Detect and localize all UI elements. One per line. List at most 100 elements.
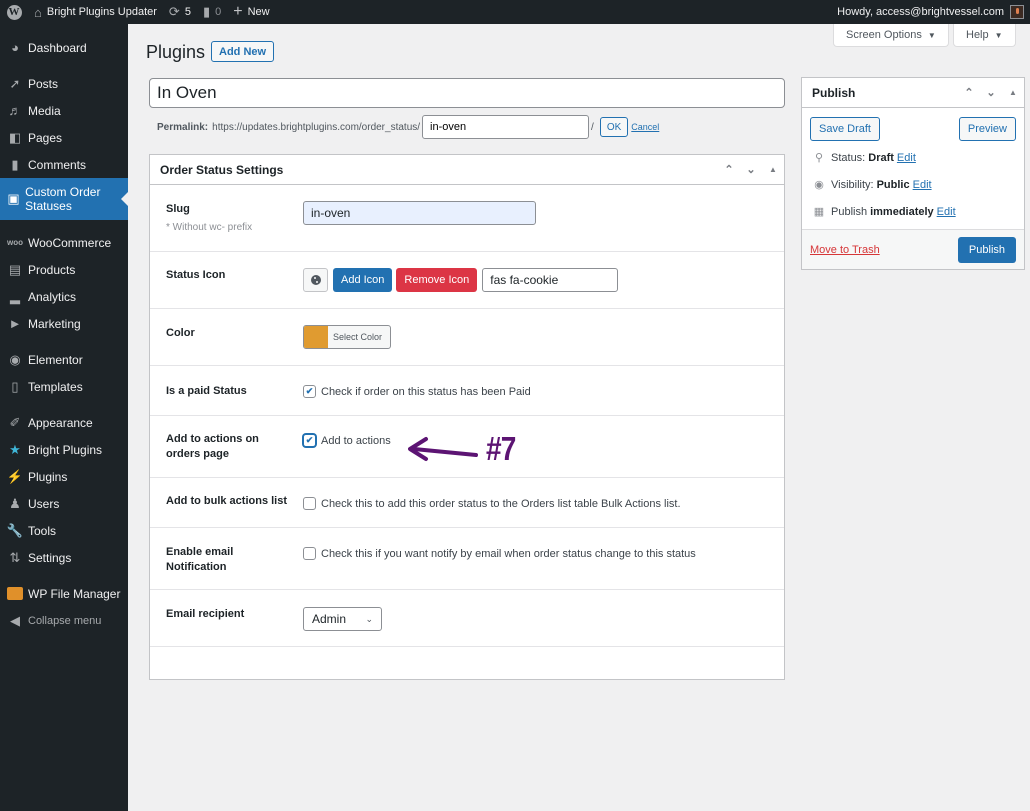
updates-menu[interactable]: ⟳ 5 — [163, 0, 197, 24]
pin-icon: ⚲ — [814, 152, 824, 164]
bright-plugins-icon: ★ — [9, 441, 21, 457]
sidebar-item-settings[interactable]: ⇅ Settings — [0, 544, 128, 571]
edit-schedule-link[interactable]: Edit — [937, 206, 956, 218]
postbox-header: Order Status Settings ⌃ ⌄ ▲ — [150, 155, 784, 185]
publish-button[interactable]: Publish — [957, 236, 1016, 263]
sidebar-item-plugins[interactable]: ⚡ Plugins — [0, 463, 128, 490]
permalink-cancel-link[interactable]: Cancel — [631, 122, 659, 132]
paid-status-row: Is a paid Status Check if order on this … — [150, 366, 784, 416]
sidebar-item-comments[interactable]: ▮ Comments — [0, 151, 128, 178]
annotation-label: #7 — [486, 430, 516, 467]
sidebar-item-woocommerce[interactable]: woo WooCommerce — [0, 229, 128, 256]
add-new-button[interactable]: Add New — [211, 41, 275, 62]
slash: / — [591, 121, 594, 133]
email-recipient-label: Email recipient — [166, 608, 245, 620]
publish-when: immediately — [870, 205, 934, 218]
permalink-ok-button[interactable]: OK — [599, 117, 629, 137]
bulk-actions-checkbox-label: Check this to add this order status to t… — [321, 497, 681, 510]
add-icon-button[interactable]: Add Icon — [333, 268, 393, 292]
sidebar-item-marketing[interactable]: ► Marketing — [0, 310, 128, 337]
calendar-icon: ▦ — [813, 206, 825, 218]
sidebar-item-appearance[interactable]: ✐ Appearance — [0, 409, 128, 436]
move-down-icon[interactable]: ⌄ — [740, 163, 762, 176]
eye-icon: ◉ — [814, 179, 824, 191]
move-up-icon[interactable]: ⌃ — [958, 86, 980, 99]
collapse-menu-button[interactable]: ◀ Collapse menu — [0, 607, 128, 634]
site-name-menu[interactable]: ⌂ Bright Plugins Updater — [28, 0, 163, 24]
wrench-icon: 🔧 — [6, 522, 24, 538]
remove-icon-button[interactable]: Remove Icon — [396, 268, 478, 292]
icon-class-input[interactable] — [482, 268, 619, 292]
comment-icon: ▮ — [11, 156, 19, 172]
avatar — [1010, 5, 1024, 19]
sidebar-item-analytics[interactable]: ▂ Analytics — [0, 283, 128, 310]
toggle-panel-icon[interactable]: ▲ — [762, 165, 784, 174]
schedule-info: ▦ Publish immediately Edit — [812, 205, 956, 219]
new-label: New — [247, 6, 270, 18]
publish-footer: Move to Trash Publish — [802, 229, 1024, 269]
bulk-actions-row: Add to bulk actions list Check this to a… — [150, 478, 784, 528]
megaphone-icon: ► — [8, 316, 22, 331]
sidebar-item-templates[interactable]: ▯ Templates — [0, 373, 128, 400]
sidebar-item-dashboard[interactable]: ◕ Dashboard — [0, 34, 128, 61]
save-draft-button[interactable]: Save Draft — [810, 117, 880, 141]
toggle-panel-icon[interactable]: ▲ — [1002, 88, 1024, 97]
move-to-trash-link[interactable]: Move to Trash — [810, 244, 880, 256]
add-to-actions-label: Add to actions on orders page — [166, 433, 259, 460]
sidebar-item-posts[interactable]: ➚ Posts — [0, 70, 128, 97]
move-down-icon[interactable]: ⌄ — [980, 86, 1002, 99]
email-notification-checkbox[interactable] — [303, 547, 316, 560]
sidebar-item-products[interactable]: ▤ Products — [0, 256, 128, 283]
collapse-icon: ◀ — [10, 612, 20, 628]
folder-icon: ▯ — [11, 378, 19, 394]
edit-visibility-link[interactable]: Edit — [913, 179, 932, 191]
slug-input[interactable] — [303, 201, 536, 225]
brush-icon: ✐ — [9, 414, 21, 430]
sidebar-item-elementor[interactable]: ◉ Elementor — [0, 346, 128, 373]
sidebar-item-tools[interactable]: 🔧 Tools — [0, 517, 128, 544]
arrow-left-icon — [408, 437, 478, 461]
status-label: Status: — [831, 151, 866, 164]
publish-box: Publish ⌃ ⌄ ▲ Save Draft Preview ⚲ Statu… — [801, 77, 1025, 270]
sidebar-item-media[interactable]: ♬ Media — [0, 97, 128, 124]
sidebar-item-label: Settings — [28, 550, 72, 565]
post-title-input[interactable] — [149, 78, 785, 108]
add-to-actions-checkbox[interactable] — [303, 434, 316, 447]
sidebar-item-custom-order-statuses[interactable]: ▣ Custom Order Statuses — [0, 178, 128, 220]
visibility-value: Public — [876, 178, 910, 191]
my-account-menu[interactable]: Howdy, access@brightvessel.com — [831, 0, 1030, 24]
plus-icon: + — [233, 3, 243, 20]
bulk-actions-label: Add to bulk actions list — [166, 495, 288, 507]
caret-down-icon: ▼ — [994, 30, 1003, 40]
select-color-label: Select Color — [333, 332, 383, 342]
paid-status-checkbox[interactable] — [303, 385, 316, 398]
email-recipient-value: Admin — [312, 612, 347, 626]
select-color-button[interactable]: Select Color — [303, 325, 391, 349]
sidebar-item-wp-file-manager[interactable]: WP File Manager — [0, 580, 128, 607]
wordpress-logo-menu[interactable]: W — [0, 0, 28, 24]
comments-menu[interactable]: ▮ 0 — [197, 0, 227, 24]
sidebar-item-label: Pages — [28, 130, 63, 145]
greeting: Howdy, access@brightvessel.com — [837, 6, 1004, 18]
edit-status-link[interactable]: Edit — [897, 152, 916, 164]
screen-options-button[interactable]: Screen Options ▼ — [833, 24, 949, 47]
sidebar-item-bright-plugins[interactable]: ★ Bright Plugins — [0, 436, 128, 463]
annotation: #7 — [408, 430, 521, 468]
sliders-icon: ⇅ — [9, 549, 21, 565]
move-up-icon[interactable]: ⌃ — [718, 163, 740, 176]
bulk-actions-checkbox[interactable] — [303, 497, 316, 510]
site-name: Bright Plugins Updater — [46, 6, 157, 18]
new-content-menu[interactable]: + New — [227, 0, 275, 24]
permalink-row: Permalink: https://updates.brightplugins… — [157, 114, 659, 140]
help-button[interactable]: Help ▼ — [953, 24, 1016, 47]
email-recipient-select[interactable]: Admin ⌄ — [303, 607, 382, 631]
cookie-icon — [310, 275, 321, 285]
preview-button[interactable]: Preview — [958, 117, 1016, 141]
sidebar-item-pages[interactable]: ◧ Pages — [0, 124, 128, 151]
color-row: Color Select Color — [150, 309, 784, 366]
sidebar-item-label: WP File Manager — [28, 586, 121, 601]
permalink-slug-input[interactable] — [422, 115, 590, 139]
sidebar-item-users[interactable]: ♟ Users — [0, 490, 128, 517]
pin-icon: ➚ — [9, 75, 21, 91]
bar-chart-icon: ▂ — [10, 288, 20, 304]
